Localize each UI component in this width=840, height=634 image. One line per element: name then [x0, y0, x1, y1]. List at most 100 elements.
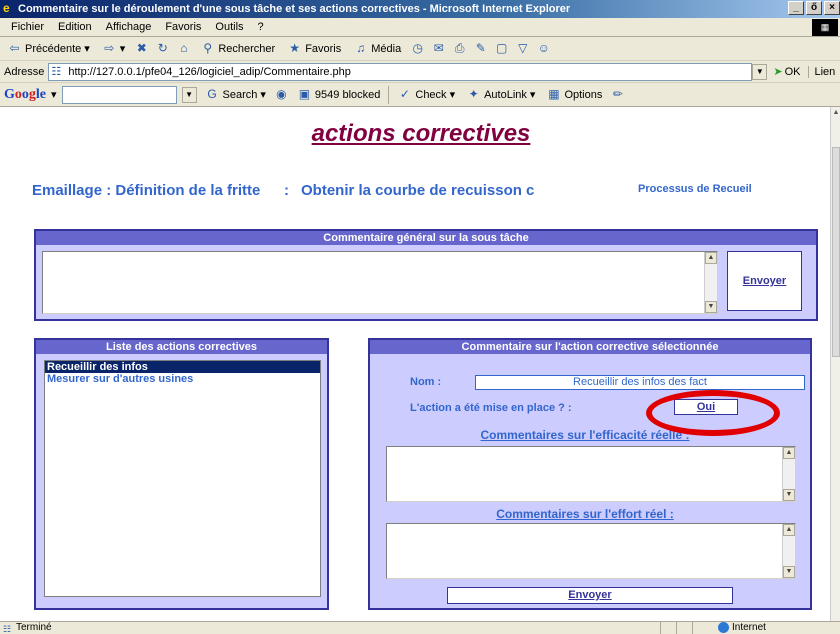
popup-blocker-icon: ▣: [298, 87, 311, 101]
process-link[interactable]: Processus de Recueil: [638, 183, 752, 195]
status-panes: [660, 622, 708, 634]
general-comment-header: Commentaire général sur la sous tâche: [36, 231, 816, 245]
scroll-down-icon[interactable]: ▼: [783, 566, 795, 578]
forward-button[interactable]: ⇨ ▾: [99, 41, 129, 56]
highlighter-icon[interactable]: ✏: [610, 87, 625, 102]
google-search-label: Search: [222, 88, 258, 101]
page-scrollbar[interactable]: ▲: [830, 107, 840, 621]
annotation-circle: [646, 390, 780, 436]
search-button[interactable]: ⚲ Rechercher: [197, 41, 278, 56]
minimize-button[interactable]: _: [788, 1, 804, 15]
efficacy-comment-textarea[interactable]: ▲ ▼: [386, 446, 796, 502]
standard-toolbar: ⇦ Précédente ▾ ⇨ ▾ ✖ ↻ ⌂ ⚲ Rechercher ★ …: [0, 37, 840, 61]
internet-zone-icon: [718, 622, 729, 633]
general-comment-panel: Commentaire général sur la sous tâche ▲ …: [34, 229, 818, 321]
address-input[interactable]: ☷ http://127.0.0.1/pfe04_126/logiciel_ad…: [48, 62, 753, 81]
status-bar: ☷ Terminé Internet: [0, 621, 840, 634]
google-search-input[interactable]: [61, 85, 177, 104]
menu-fichier[interactable]: Fichier: [4, 21, 51, 33]
send-action-comment-button[interactable]: Envoyer: [447, 587, 733, 604]
scroll-down-icon[interactable]: ▼: [783, 489, 795, 501]
print-icon[interactable]: ⎙: [452, 41, 467, 56]
chevron-down-icon: ▾: [529, 89, 536, 101]
refresh-icon[interactable]: ↻: [155, 41, 170, 56]
status-text: Terminé: [16, 622, 52, 633]
autolink-button[interactable]: ✦ AutoLink ▾: [463, 87, 538, 102]
scroll-up-icon[interactable]: ▲: [783, 447, 795, 459]
textarea-scrollbar[interactable]: ▲ ▼: [782, 524, 795, 578]
google-search-icon: G: [207, 87, 217, 101]
maximize-button[interactable]: ő: [806, 1, 822, 15]
toolbar-separator: [388, 85, 390, 104]
filter-icon[interactable]: ▽: [515, 41, 530, 56]
menu-help[interactable]: ?: [251, 21, 271, 33]
textarea-scrollbar[interactable]: ▲ ▼: [782, 447, 795, 501]
menu-outils[interactable]: Outils: [208, 21, 250, 33]
links-button[interactable]: Lien: [808, 65, 835, 78]
menu-edition[interactable]: Edition: [51, 21, 99, 33]
task-title: Emaillage : Définition de la fritte: [32, 182, 261, 199]
address-dropdown-button[interactable]: ▼: [752, 63, 768, 80]
mail-icon[interactable]: ✉: [431, 41, 446, 56]
name-label: Nom :: [410, 376, 442, 388]
list-item[interactable]: Mesurer sur d'autres usines: [45, 373, 320, 385]
menu-affichage[interactable]: Affichage: [99, 21, 159, 33]
google-logo-icon[interactable]: Google: [4, 87, 46, 103]
scroll-thumb[interactable]: [832, 147, 840, 357]
forward-arrow-icon: ⇨: [104, 41, 115, 55]
popup-blocked-count: 9549 blocked: [314, 88, 381, 101]
google-search-button[interactable]: G Search ▾: [202, 87, 269, 102]
home-icon[interactable]: ⌂: [176, 41, 191, 56]
chevron-down-icon: ▾: [260, 89, 266, 101]
textarea-scrollbar[interactable]: ▲ ▼: [704, 252, 717, 313]
send-general-comment-button[interactable]: Envoyer: [727, 251, 802, 311]
check-label: Check: [415, 88, 447, 101]
options-button[interactable]: ▦ Options: [543, 87, 605, 102]
effort-comment-textarea[interactable]: ▲ ▼: [386, 523, 796, 579]
chevron-down-icon: ▾: [119, 43, 126, 55]
name-field[interactable]: Recueillir des infos des fact: [475, 375, 805, 390]
scroll-down-icon[interactable]: ▼: [705, 301, 717, 313]
spell-check-icon: ✓: [399, 87, 410, 101]
address-bar: Adresse ☷ http://127.0.0.1/pfe04_126/log…: [0, 61, 840, 83]
actions-list-header: Liste des actions correctives: [36, 340, 327, 354]
messenger-icon[interactable]: ☺: [536, 41, 551, 56]
media-button[interactable]: ♫ Média: [350, 41, 404, 56]
scroll-up-icon[interactable]: ▲: [783, 524, 795, 536]
chevron-down-icon[interactable]: ▾: [51, 88, 57, 101]
favorites-icon: ★: [289, 41, 301, 55]
web-page: actions correctives Emaillage : Définiti…: [12, 107, 830, 621]
close-button[interactable]: ×: [824, 1, 840, 15]
go-label: OK: [784, 65, 801, 78]
pagerank-icon[interactable]: ◉: [274, 87, 289, 102]
scroll-up-icon[interactable]: ▲: [831, 107, 840, 119]
popup-blocker-button[interactable]: ▣ 9549 blocked: [294, 87, 383, 102]
address-label: Adresse: [4, 65, 45, 78]
back-arrow-icon: ⇦: [9, 41, 20, 55]
actions-listbox[interactable]: Recueillir des infos Mesurer sur d'autre…: [44, 360, 321, 597]
page-done-icon: ☷: [3, 624, 12, 634]
autolink-label: AutoLink: [484, 88, 527, 101]
media-icon: ♫: [356, 41, 366, 55]
scroll-up-icon[interactable]: ▲: [705, 252, 717, 264]
google-dropdown-button[interactable]: ▼: [181, 86, 197, 103]
discuss-icon[interactable]: ▢: [494, 41, 509, 56]
edit-icon[interactable]: ✎: [473, 41, 488, 56]
selected-action-header: Commentaire sur l'action corrective séle…: [370, 340, 810, 354]
internet-explorer-icon: e: [3, 1, 10, 15]
crumb-separator: :: [284, 182, 289, 199]
go-button[interactable]: ➤ OK: [773, 65, 801, 79]
general-comment-textarea[interactable]: ▲ ▼: [42, 251, 718, 314]
menu-bar: Fichier Edition Affichage Favoris Outils…: [0, 18, 840, 37]
favorites-button[interactable]: ★ Favoris: [284, 41, 344, 56]
menu-favoris[interactable]: Favoris: [158, 21, 208, 33]
back-button[interactable]: ⇦ Précédente ▾: [4, 41, 93, 56]
stop-icon[interactable]: ✖: [134, 41, 149, 56]
list-item[interactable]: Recueillir des infos: [45, 361, 320, 373]
security-zone: Internet: [718, 622, 766, 634]
history-icon[interactable]: ◷: [410, 41, 425, 56]
google-toolbar: Google ▾ ▼ G Search ▾ ◉ ▣ 9549 blocked ✓…: [0, 83, 840, 107]
spell-check-button[interactable]: ✓ Check ▾: [394, 87, 458, 102]
media-label: Média: [371, 42, 402, 55]
address-url: http://127.0.0.1/pfe04_126/logiciel_adip…: [68, 65, 351, 78]
